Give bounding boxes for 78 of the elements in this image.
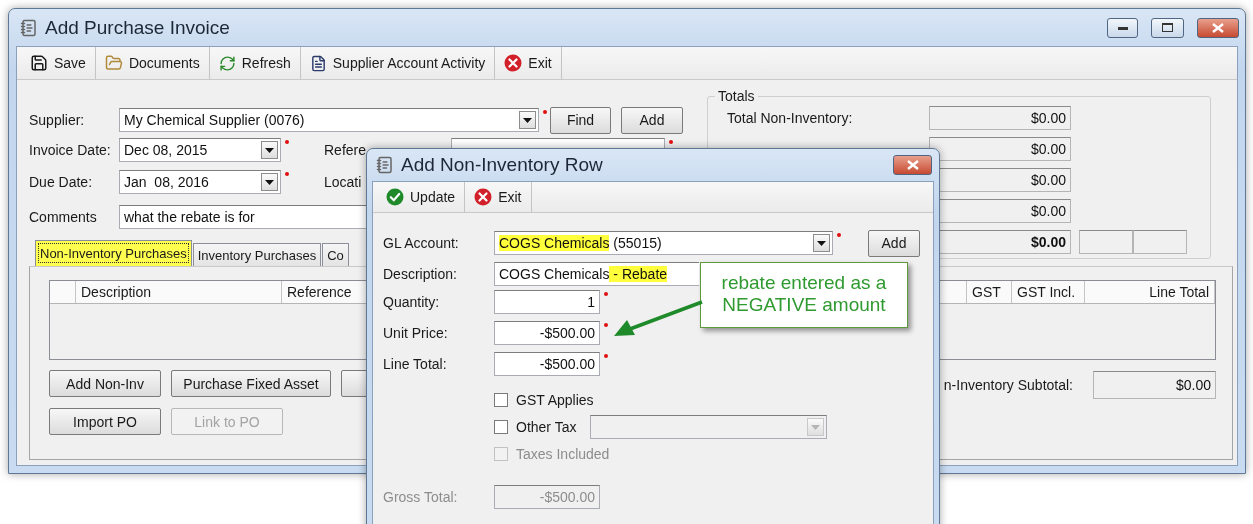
toolbar-button[interactable]: Documents (95, 47, 210, 79)
column-header: Description (76, 281, 282, 303)
field-label: Due Date: (29, 174, 94, 190)
close-icon (1212, 22, 1224, 33)
total-label: Total Non-Inventory: (727, 110, 854, 126)
refresh-icon (218, 54, 236, 72)
checkbox-label: Taxes Included (516, 446, 610, 462)
document-icon (309, 54, 327, 72)
action-button[interactable]: Purchase Fixed Asset (171, 370, 331, 397)
total-value (1133, 230, 1187, 254)
field-label: Description: (383, 266, 458, 282)
total-value: $0.00 (929, 106, 1071, 130)
account-dropdown[interactable]: COGS Chemicals (55015) (494, 231, 833, 255)
tax-dropdown[interactable] (590, 415, 828, 439)
toolbar-button[interactable]: Exit (465, 182, 532, 212)
dropdown-arrow-icon (523, 117, 532, 123)
minimize-button[interactable] (1107, 17, 1138, 38)
checkbox-label: GST Applies (516, 392, 594, 408)
window-title: Add Purchase Invoice (45, 16, 230, 39)
subtotal-label: n-Inventory Subtotal: (943, 377, 1073, 393)
toolbar-button[interactable]: Save (21, 47, 96, 79)
field-label: Gross Total: (383, 489, 459, 505)
field-label: Line Total: (383, 356, 448, 372)
checkbox[interactable] (494, 420, 508, 434)
field-label: Unit Price: (383, 325, 449, 341)
add-button[interactable]: Add (868, 229, 920, 257)
toolbar-button[interactable]: Update (377, 182, 466, 212)
close-button[interactable] (1197, 17, 1239, 38)
column-header: GST (967, 281, 1012, 303)
date-picker[interactable]: Dec 08, 2015 (119, 138, 281, 162)
dropdown-arrow-icon (265, 179, 274, 185)
folder-icon (104, 54, 123, 72)
tab[interactable]: Co (322, 243, 349, 266)
amount-field[interactable]: -$500.00 (494, 321, 600, 345)
checkbox-label: Other Tax (516, 419, 577, 435)
close-icon (906, 160, 919, 170)
action-button[interactable]: Add Non-Inv (49, 370, 161, 397)
total-value (1079, 230, 1133, 254)
dialog-title: Add Non-Inventory Row (401, 154, 603, 176)
column-header: GST Incl. (1012, 281, 1085, 303)
toolbar-button[interactable]: Exit (495, 47, 562, 79)
tab[interactable]: Non-Inventory Purchases (35, 240, 192, 266)
total-value: $0.00 (929, 137, 1071, 161)
dropdown-arrow-icon (817, 240, 826, 246)
notepad-icon (376, 156, 394, 174)
callout-note: rebate entered as a NEGATIVE amount (700, 262, 908, 328)
amount-field[interactable]: 1 (494, 290, 600, 314)
toolbar-button[interactable]: Supplier Account Activity (300, 47, 496, 79)
column-header: Line Total (1085, 281, 1215, 303)
close-button[interactable] (893, 155, 932, 175)
toolbar-button[interactable]: Refresh (209, 47, 301, 79)
field-label: GL Account: (383, 235, 460, 251)
field-label: Supplier: (29, 112, 86, 128)
find-button[interactable]: Find (550, 106, 611, 134)
maximize-icon (1162, 23, 1173, 32)
minimize-icon (1117, 25, 1128, 30)
exit-icon (504, 54, 523, 72)
field-label: Locati (324, 174, 363, 190)
dropdown-arrow-icon (265, 147, 274, 153)
dropdown-arrow-icon (811, 424, 821, 430)
maximize-button[interactable] (1151, 17, 1184, 38)
check-icon (386, 188, 404, 206)
field-label: Comments (29, 209, 98, 225)
tab[interactable]: Inventory Purchases (192, 243, 322, 266)
notepad-icon (20, 18, 38, 37)
amount-field[interactable]: -$500.00 (494, 352, 600, 376)
add-button[interactable]: Add (621, 106, 683, 134)
checkbox[interactable] (494, 393, 508, 407)
exit-icon (474, 188, 493, 206)
group-title: Totals (717, 88, 756, 104)
supplier-dropdown[interactable]: My Chemical Supplier (0076) (119, 108, 539, 132)
description-field[interactable]: COGS Chemicals - Rebate (494, 262, 699, 286)
field-label: Invoice Date: (29, 142, 112, 158)
action-button[interactable]: Import PO (49, 408, 161, 435)
subtotal-value: $0.00 (1093, 371, 1216, 399)
date-picker[interactable]: Jan 08, 2016 (119, 170, 281, 194)
field-label: Refere (324, 142, 368, 158)
save-icon (30, 54, 48, 72)
